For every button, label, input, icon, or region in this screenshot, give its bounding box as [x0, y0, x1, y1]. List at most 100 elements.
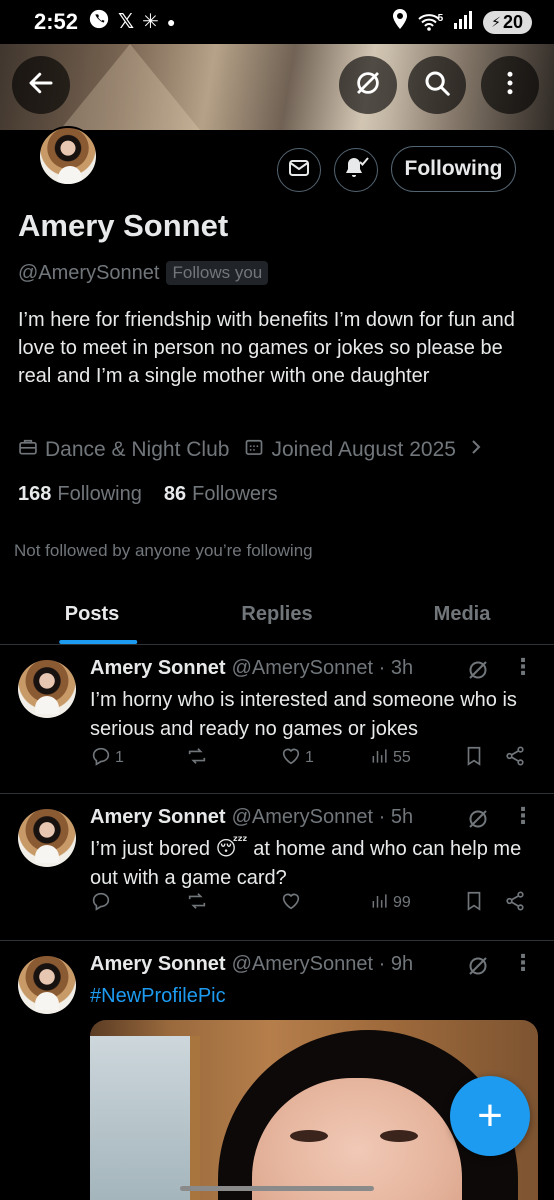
dot-icon: ● [166, 14, 176, 30]
profile-handle: @AmerySonnet [18, 261, 160, 284]
profile-tabs: Posts Replies Media [0, 585, 554, 645]
tab-posts[interactable]: Posts [0, 585, 184, 644]
views-button[interactable]: 55 [370, 746, 411, 771]
search-icon [422, 68, 452, 103]
more-icon[interactable]: ⋮ [512, 805, 534, 827]
tab-replies[interactable]: Replies [184, 585, 370, 644]
post-author-name[interactable]: Amery Sonnet [90, 657, 226, 680]
compose-button[interactable]: + [450, 1076, 530, 1156]
message-button[interactable] [277, 148, 321, 192]
plus-icon: + [477, 1091, 503, 1140]
battery-level: 20 [502, 11, 523, 32]
search-button[interactable] [408, 56, 466, 114]
post-meta: @AmerySonnet · 5h [231, 806, 414, 828]
bookmark-button[interactable] [464, 890, 484, 917]
repost-icon [186, 745, 208, 772]
more-button[interactable] [481, 56, 539, 114]
post-header: Amery Sonnet @AmerySonnet · 5h [90, 806, 413, 829]
bell-check-icon [342, 154, 370, 187]
profile-category: Dance & Night Club [45, 438, 230, 461]
grok-icon[interactable] [466, 807, 490, 836]
views-button[interactable]: 99 [370, 891, 411, 916]
reply-icon [90, 890, 112, 917]
status-bar: 2:52 𝕏 ✳ ● 5 ⚡ 20 [0, 0, 554, 44]
grok-icon [353, 68, 383, 103]
post[interactable]: Amery Sonnet @AmerySonnet · 3h ⋮ I’m hor… [0, 646, 554, 794]
grok-button[interactable] [339, 56, 397, 114]
profile-meta: Dance & Night Club Joined August 2025 [18, 437, 498, 463]
profile-joined: Joined August 2025 [271, 438, 456, 461]
share-button[interactable] [504, 745, 526, 772]
x-icon: 𝕏 [118, 11, 135, 33]
post-header: Amery Sonnet @AmerySonnet · 3h [90, 657, 413, 680]
post-text: I’m just bored 😴 at home and who can hel… [90, 838, 522, 889]
post[interactable]: Amery Sonnet @AmerySonnet · 9h ⋮ #NewPro… [0, 942, 554, 1200]
repost-button[interactable] [186, 890, 208, 917]
more-vertical-icon [495, 68, 525, 103]
post-author-name[interactable]: Amery Sonnet [90, 953, 226, 976]
bookmark-icon [464, 745, 484, 772]
grok-icon[interactable] [466, 954, 490, 983]
post-avatar[interactable] [18, 956, 76, 1014]
follow-counts: 168 Following 86 Followers [18, 483, 278, 506]
bookmark-button[interactable] [464, 745, 484, 772]
like-button[interactable]: 1 [280, 745, 314, 772]
tab-media[interactable]: Media [370, 585, 554, 644]
profile-avatar[interactable] [38, 126, 98, 186]
heart-icon [280, 745, 302, 772]
profile-name: Amery Sonnet [18, 208, 229, 243]
status-time: 2:52 [34, 9, 79, 34]
post-author-name[interactable]: Amery Sonnet [90, 806, 226, 829]
profile-banner[interactable] [0, 44, 554, 130]
like-button[interactable] [280, 890, 305, 917]
post-avatar[interactable] [18, 660, 76, 718]
signal-icon [453, 9, 473, 35]
share-icon [504, 745, 526, 772]
joined-item[interactable]: Joined August 2025 [244, 437, 483, 463]
arrow-left-icon [26, 68, 56, 103]
reply-button[interactable] [90, 890, 115, 917]
grok-icon[interactable] [466, 658, 490, 687]
briefcase-icon [18, 437, 38, 463]
share-button[interactable] [504, 890, 526, 917]
hashtag-link[interactable]: #NewProfilePic [90, 985, 226, 1007]
bar-chart-icon [370, 746, 390, 771]
chevron-right-icon [469, 438, 483, 462]
calendar-icon [244, 437, 264, 463]
envelope-icon [287, 156, 311, 185]
heart-icon [280, 890, 302, 917]
more-icon[interactable]: ⋮ [512, 952, 534, 974]
wifi-icon: 5 [417, 13, 444, 31]
category-item: Dance & Night Club [18, 437, 229, 463]
sleeping-emoji: 😴 [215, 838, 248, 860]
wifi-label: 5 [437, 13, 444, 24]
bar-chart-icon [370, 891, 390, 916]
reply-icon [90, 745, 112, 772]
profile-bio: I’m here for friendship with benefits I’… [18, 309, 515, 387]
post-meta: @AmerySonnet · 9h [231, 953, 414, 975]
back-button[interactable] [12, 56, 70, 114]
whatsapp-icon [88, 8, 110, 36]
repost-icon [186, 890, 208, 917]
location-icon [392, 9, 408, 35]
post-header: Amery Sonnet @AmerySonnet · 9h [90, 953, 413, 976]
more-icon[interactable]: ⋮ [512, 656, 534, 678]
bookmark-icon [464, 890, 484, 917]
not-followed-note: Not followed by anyone you’re following [14, 541, 313, 560]
post-text: #NewProfilePic [90, 982, 530, 1011]
following-count[interactable]: 168 Following [18, 483, 142, 506]
battery-icon: ⚡ 20 [483, 10, 532, 34]
follows-you-badge: Follows you [166, 261, 269, 285]
post-text: I’m horny who is interested and someone … [90, 689, 517, 740]
handle-row: @AmerySonnet Follows you [18, 261, 269, 285]
followers-count[interactable]: 86 Followers [164, 483, 278, 506]
reply-button[interactable]: 1 [90, 745, 124, 772]
repost-button[interactable] [186, 745, 208, 772]
sparkle-icon: ✳ [142, 11, 159, 33]
post-meta: @AmerySonnet · 3h [231, 657, 414, 679]
notifications-button[interactable] [334, 148, 378, 192]
share-icon [504, 890, 526, 917]
post[interactable]: Amery Sonnet @AmerySonnet · 5h ⋮ I’m jus… [0, 795, 554, 941]
following-button[interactable]: Following [391, 146, 516, 192]
post-avatar[interactable] [18, 809, 76, 867]
